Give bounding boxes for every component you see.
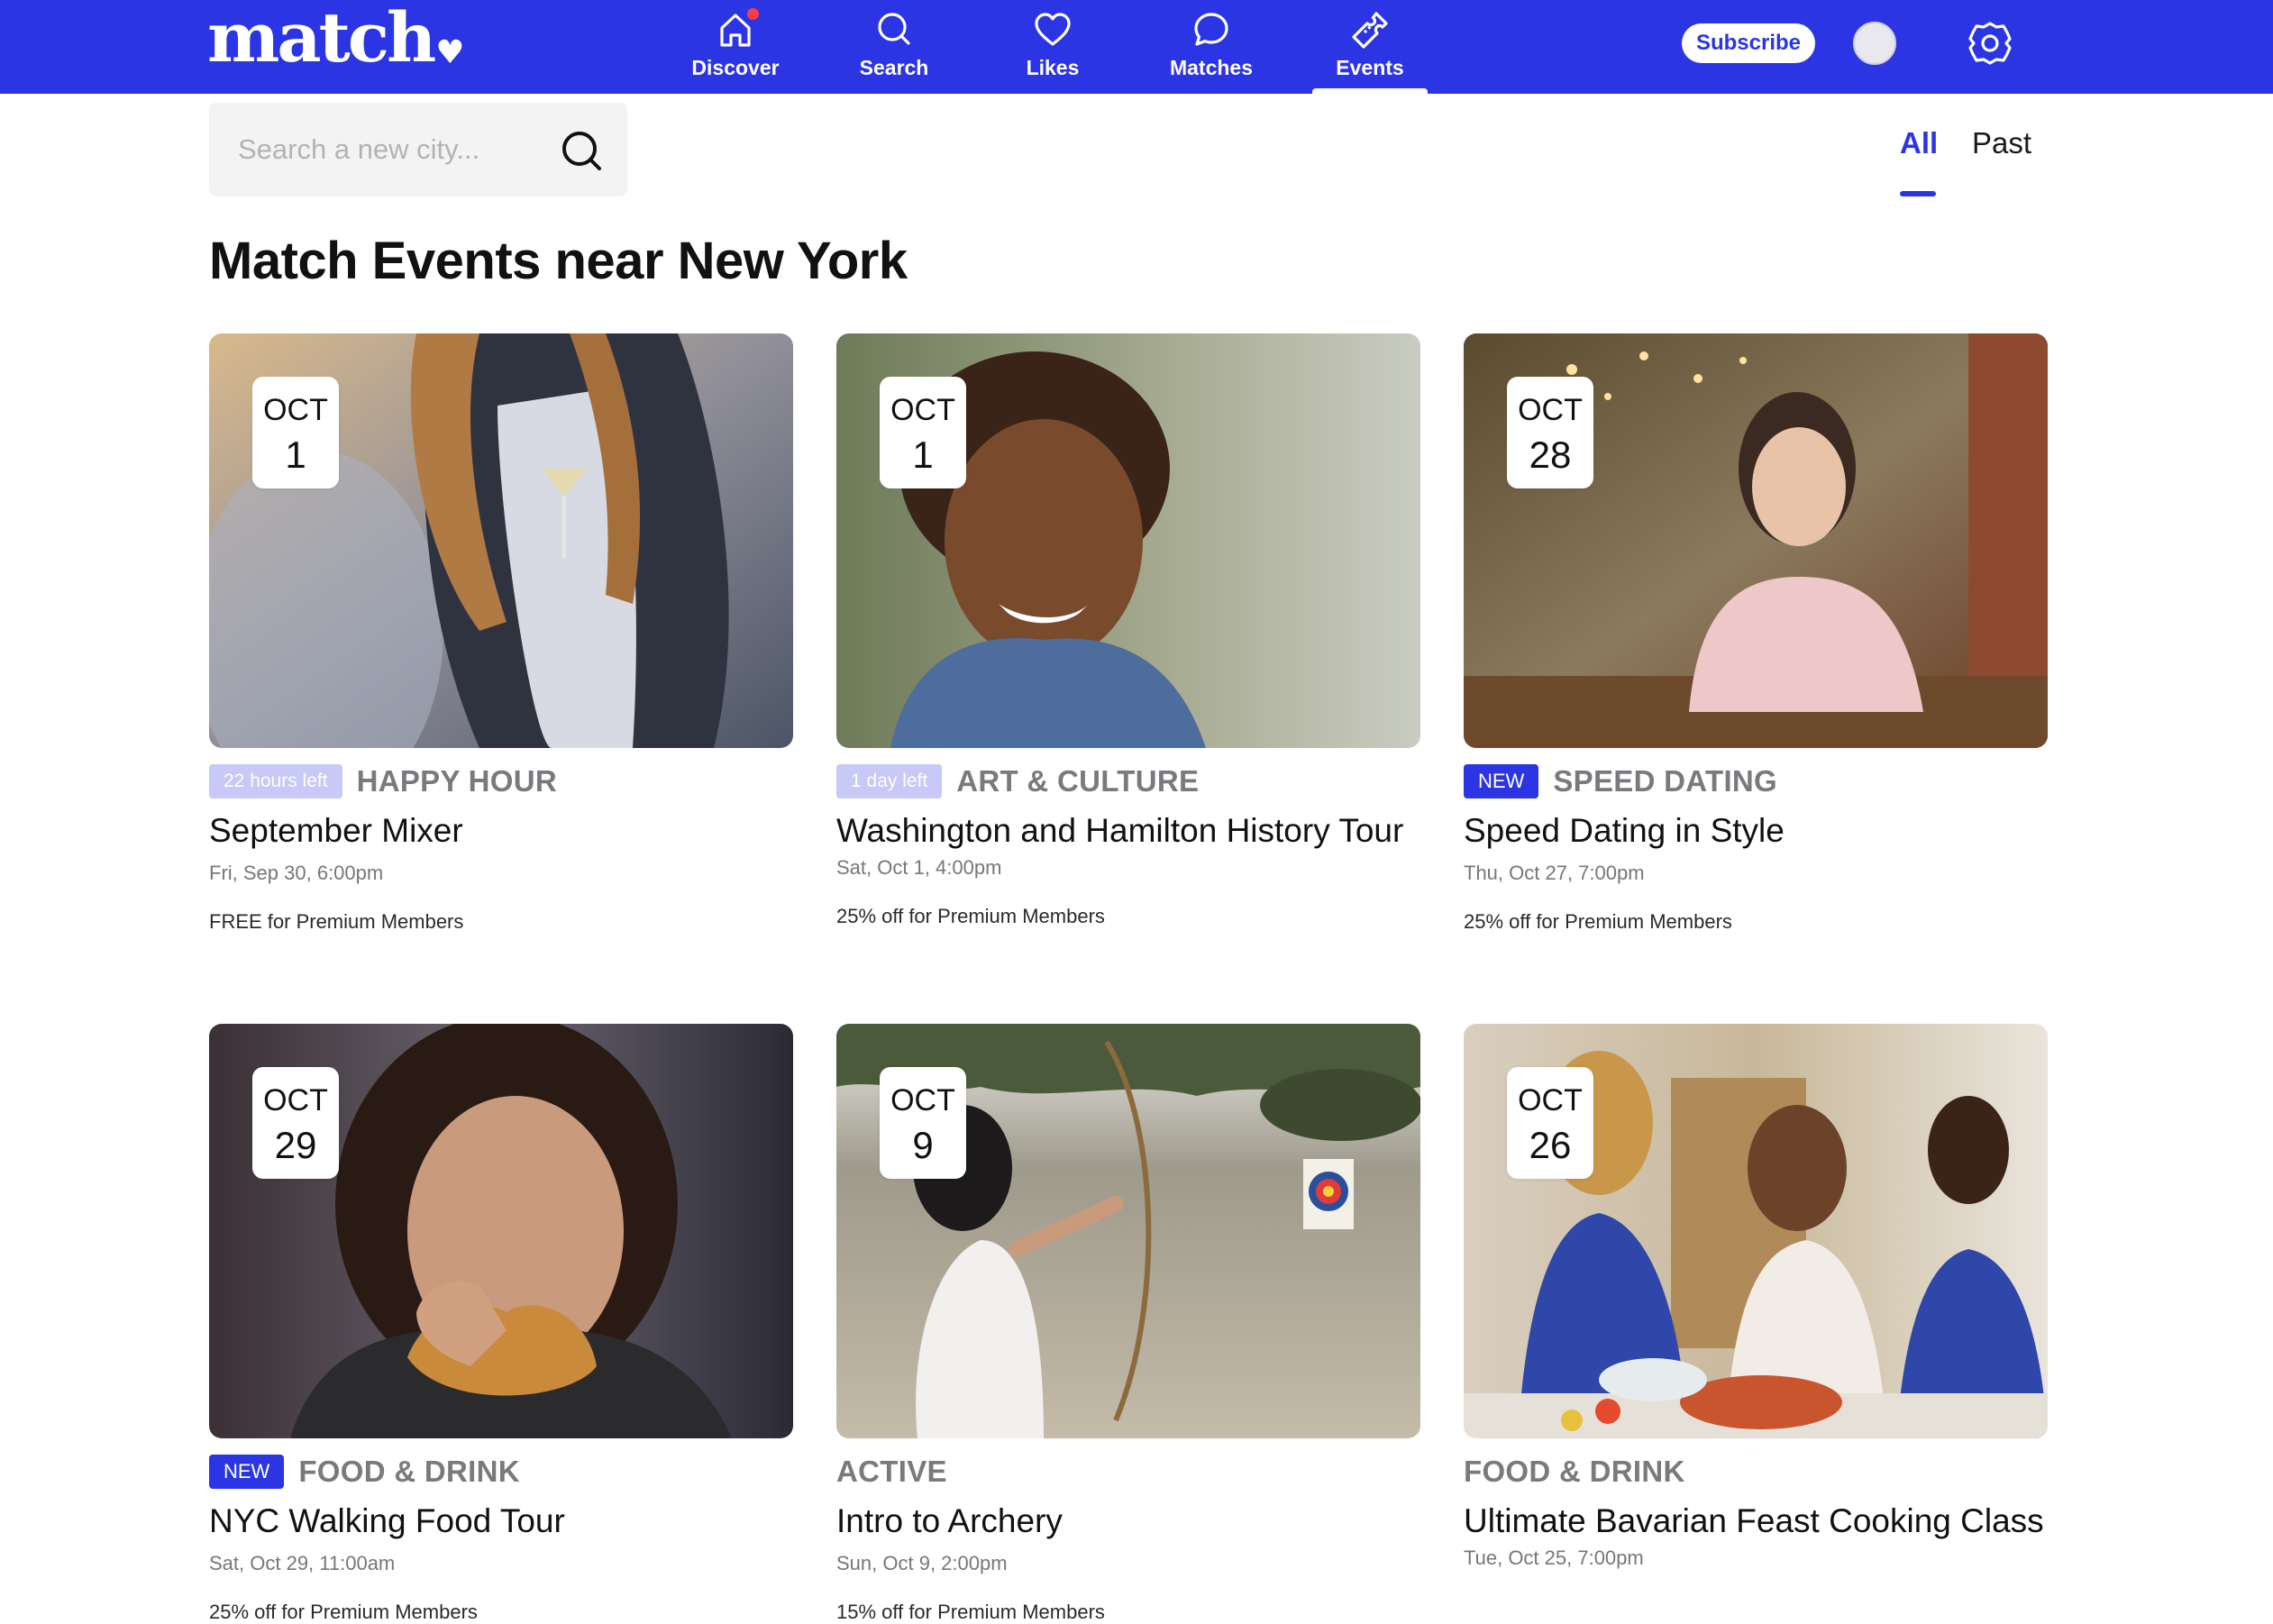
new-badge: NEW	[1464, 764, 1539, 798]
event-category: FOOD & DRINK	[1464, 1455, 1685, 1488]
event-category: FOOD & DRINK	[298, 1455, 520, 1488]
event-card[interactable]: OCT 28 NEW SPEED DATING Speed Dating in S…	[1464, 333, 2048, 934]
date-month: OCT	[1518, 393, 1583, 427]
nav-likes-label: Likes	[1026, 56, 1080, 79]
date-badge: OCT 9	[880, 1067, 966, 1179]
date-month: OCT	[890, 1083, 955, 1118]
notification-dot	[747, 8, 759, 20]
event-promo: FREE for Premium Members	[209, 910, 464, 933]
event-card[interactable]: OCT 9 ACTIVE Intro to Archery Sun, Oct 9…	[836, 1024, 1420, 1624]
date-badge: OCT 26	[1507, 1067, 1593, 1179]
nav-search[interactable]: Search	[831, 0, 957, 94]
nav-discover-label: Discover	[691, 56, 780, 79]
event-title[interactable]: Washington and Hamilton History Tour	[836, 809, 1420, 853]
event-category: HAPPY HOUR	[356, 764, 558, 798]
nav-discover[interactable]: Discover	[672, 0, 799, 94]
event-card[interactable]: OCT 29 NEW FOOD & DRINK NYC Walking Food …	[209, 1024, 793, 1624]
nav-matches-label: Matches	[1169, 56, 1254, 79]
event-category: ART & CULTURE	[956, 764, 1200, 798]
event-card[interactable]: OCT 1 22 hours left HAPPY HOUR September …	[209, 333, 793, 934]
date-badge: OCT 1	[252, 377, 339, 488]
event-title[interactable]: Ultimate Bavarian Feast Cooking Class	[1464, 1500, 2048, 1543]
event-title[interactable]: September Mixer	[209, 809, 793, 853]
chat-bubble-icon	[1194, 13, 1228, 46]
nav-matches[interactable]: Matches	[1148, 0, 1274, 94]
heart-icon	[1035, 13, 1071, 46]
event-datetime: Sat, Oct 1, 4:00pm	[836, 856, 1002, 879]
time-left-badge: 22 hours left	[209, 764, 342, 798]
date-badge: OCT 28	[1507, 377, 1593, 488]
event-image: OCT 26	[1464, 1024, 2048, 1438]
event-title[interactable]: Speed Dating in Style	[1464, 809, 2048, 853]
new-badge: NEW	[209, 1455, 285, 1489]
event-datetime: Fri, Sep 30, 6:00pm	[209, 862, 384, 884]
subscribe-button[interactable]: Subscribe	[1682, 23, 1815, 63]
event-image: OCT 28	[1464, 333, 2048, 748]
date-month: OCT	[263, 393, 328, 427]
event-card[interactable]: OCT 26 FOOD & DRINK Ultimate Bavarian Fe…	[1464, 1024, 2048, 1570]
event-image: OCT 29	[209, 1024, 793, 1438]
date-day: 1	[285, 433, 306, 476]
event-image: OCT 1	[209, 333, 793, 748]
nav-active-indicator	[1312, 88, 1428, 94]
event-promo: 25% off for Premium Members	[209, 1601, 478, 1623]
date-day: 1	[912, 433, 934, 476]
date-badge: OCT 29	[252, 1067, 339, 1179]
date-badge: OCT 1	[880, 377, 966, 488]
date-day: 28	[1529, 433, 1572, 476]
ticket-icon	[1352, 12, 1388, 49]
nav-search-label: Search	[859, 56, 929, 79]
event-image: OCT 9	[836, 1024, 1420, 1438]
city-search-box	[209, 103, 627, 196]
event-promo: 25% off for Premium Members	[1464, 910, 1732, 933]
date-month: OCT	[890, 393, 955, 427]
event-card[interactable]: OCT 1 1 day left ART & CULTURE Washington…	[836, 333, 1420, 928]
filter-tab-all[interactable]: All	[1900, 126, 1938, 160]
nav-likes[interactable]: Likes	[990, 0, 1116, 94]
avatar[interactable]	[1853, 22, 1896, 65]
page-title: Match Events near New York	[209, 232, 908, 290]
city-search-input[interactable]	[238, 130, 544, 169]
event-title[interactable]: NYC Walking Food Tour	[209, 1500, 793, 1543]
event-category: SPEED DATING	[1553, 764, 1778, 798]
filter-tab-past[interactable]: Past	[1972, 126, 2031, 160]
event-datetime: Thu, Oct 27, 7:00pm	[1464, 862, 1645, 884]
event-datetime: Sun, Oct 9, 2:00pm	[836, 1552, 1008, 1574]
top-nav-bar: match♥ Discover Search Likes Matches Eve…	[0, 0, 2273, 94]
match-logo[interactable]: match♥	[207, 4, 465, 72]
event-category: ACTIVE	[836, 1455, 947, 1488]
event-title[interactable]: Intro to Archery	[836, 1500, 1420, 1543]
date-day: 26	[1529, 1124, 1572, 1166]
event-datetime: Sat, Oct 29, 11:00am	[209, 1552, 396, 1574]
search-icon[interactable]	[559, 128, 606, 175]
date-month: OCT	[1518, 1083, 1583, 1118]
event-promo: 25% off for Premium Members	[836, 905, 1105, 927]
time-left-badge: 1 day left	[836, 764, 943, 798]
nav-events[interactable]: Events	[1307, 0, 1433, 94]
filter-active-indicator	[1900, 191, 1936, 196]
event-promo: 15% off for Premium Members	[836, 1601, 1105, 1623]
event-image: OCT 1	[836, 333, 1420, 748]
logo-heart-mark: ♥	[435, 33, 464, 71]
nav-events-label: Events	[1336, 56, 1404, 79]
event-datetime: Tue, Oct 25, 7:00pm	[1464, 1546, 1644, 1569]
date-day: 29	[274, 1124, 317, 1166]
search-icon	[878, 13, 910, 45]
date-month: OCT	[263, 1083, 328, 1118]
gear-icon[interactable]	[1967, 20, 2013, 67]
date-day: 9	[912, 1124, 934, 1166]
logo-text: match	[207, 0, 436, 78]
